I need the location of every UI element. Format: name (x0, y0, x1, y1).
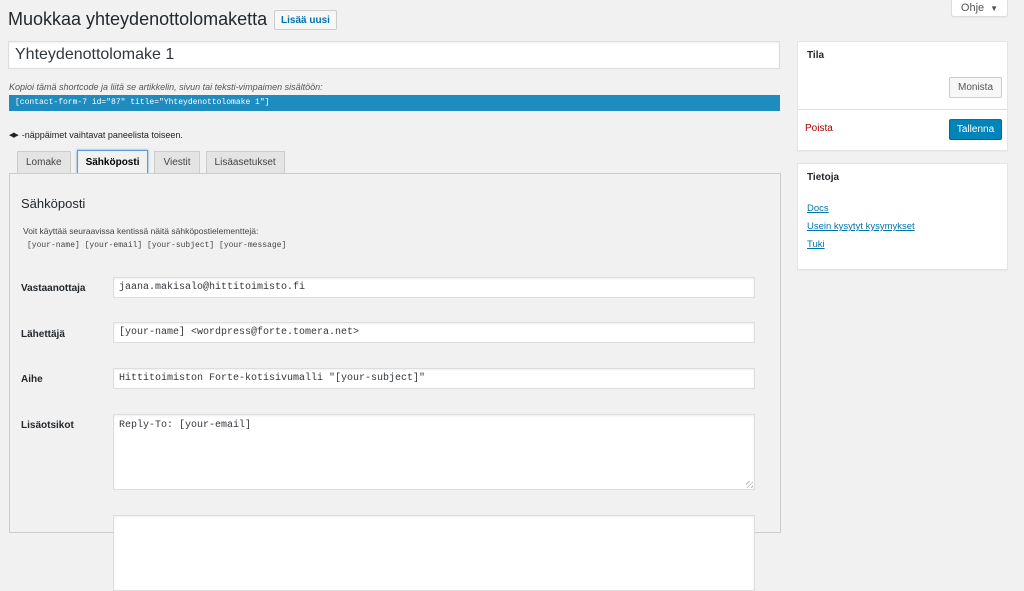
additional-headers-value: Reply-To: [your-email] (119, 420, 252, 431)
sender-input[interactable]: [your-name] <wordpress@forte.tomera.net> (113, 322, 755, 343)
mail-tags-list: [your-name] [your-email] [your-subject] … (27, 241, 287, 250)
subject-input[interactable]: Hittitoimiston Forte-kotisivumalli "[you… (113, 368, 755, 389)
shortcode-label: Kopioi tämä shortcode ja liitä se artikk… (9, 82, 323, 92)
tab-form[interactable]: Lomake (17, 151, 71, 173)
keyboard-hint: ◀▶ -näppäimet vaihtavat paneelista toise… (9, 130, 183, 140)
tab-additional-settings[interactable]: Lisäasetukset (205, 151, 285, 173)
recipient-input[interactable]: jaana.makisalo@hittitoimisto.fi (113, 277, 755, 298)
info-box-title: Tietoja (807, 172, 840, 183)
form-title-input[interactable] (8, 41, 780, 69)
mail-panel: Sähköposti Voit käyttää seuraavissa kent… (9, 173, 781, 591)
page-title: Muokkaa yhteydenottolomaketta (8, 9, 268, 29)
message-body-textarea[interactable] (113, 515, 755, 591)
subject-label: Aihe (21, 374, 43, 385)
save-button[interactable]: Tallenna (949, 119, 1002, 140)
panel-tabs: Lomake Sähköposti Viestit Lisäasetukset (17, 150, 285, 174)
delete-link[interactable]: Poista (805, 123, 833, 134)
shortcode-field[interactable]: [contact-form-7 id="87" title="Yhteydeno… (9, 95, 780, 111)
help-button[interactable]: Ohje ▼ (951, 0, 1008, 17)
caret-down-icon: ▼ (990, 3, 999, 13)
panel-title: Sähköposti (21, 196, 86, 211)
faq-link[interactable]: Usein kysytyt kysymykset (807, 221, 915, 232)
sender-label: Lähettäjä (21, 329, 65, 340)
additional-headers-textarea[interactable]: Reply-To: [your-email] (113, 414, 755, 490)
info-box: Tietoja Docs Usein kysytyt kysymykset Tu… (797, 163, 1008, 270)
keyboard-hint-text: -näppäimet vaihtavat paneelista toiseen. (21, 130, 183, 140)
resize-handle-icon[interactable] (746, 481, 753, 488)
tab-messages[interactable]: Viestit (154, 151, 200, 173)
mail-tags-description: Voit käyttää seuraavissa kentissä näitä … (23, 226, 259, 236)
left-right-arrows-icon: ◀▶ (9, 132, 19, 139)
status-box: Tila Monista Poista Tallenna (797, 41, 1008, 151)
help-label: Ohje (960, 2, 985, 14)
status-box-title: Tila (807, 50, 825, 61)
support-link[interactable]: Tuki (807, 239, 825, 250)
docs-link[interactable]: Docs (807, 203, 829, 214)
add-new-button[interactable]: Lisää uusi (274, 10, 337, 30)
tab-mail[interactable]: Sähköposti (76, 150, 149, 174)
recipient-label: Vastaanottaja (21, 283, 86, 294)
additional-headers-label: Lisäotsikot (21, 420, 74, 431)
duplicate-button[interactable]: Monista (949, 77, 1002, 98)
status-box-divider (798, 109, 1007, 110)
